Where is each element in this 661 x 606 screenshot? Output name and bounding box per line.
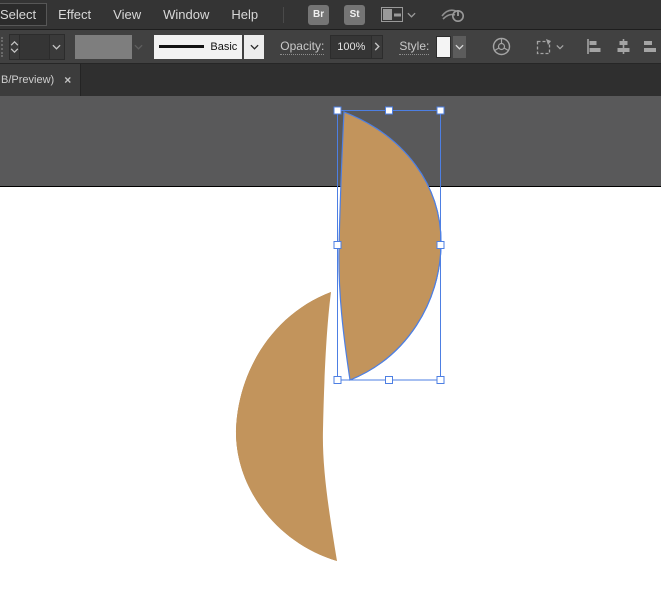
share-icon [441, 8, 465, 22]
menu-item-select[interactable]: Select [0, 3, 48, 26]
handle-top-left[interactable] [333, 106, 342, 115]
opacity-input[interactable]: 100% [330, 34, 373, 59]
artwork-svg [0, 96, 661, 606]
align-left-icon [587, 39, 601, 54]
brush-stroke-preview [159, 45, 205, 48]
opacity-panel-button[interactable] [372, 34, 384, 59]
control-bar: Basic Opacity: 100% Style: [0, 30, 661, 64]
width-profile-dropdown[interactable] [74, 34, 133, 59]
stepper-up-icon [10, 40, 18, 46]
menu-bar: Select Effect View Window Help Br St [0, 0, 661, 30]
chevron-down-icon [407, 12, 416, 18]
share-button[interactable] [440, 6, 466, 24]
brush-definition-name: Basic [210, 40, 238, 53]
stepper-down-icon [10, 47, 18, 53]
handle-top-center[interactable] [385, 106, 393, 115]
chevron-down-icon [556, 44, 564, 49]
document-tab[interactable]: B/Preview) × [0, 64, 82, 96]
graphic-style-chevron[interactable] [453, 35, 466, 58]
stroke-weight-input[interactable] [19, 33, 51, 60]
arrange-documents-button[interactable] [381, 7, 416, 22]
st-button[interactable]: St [344, 4, 366, 25]
brush-definition-dropdown[interactable]: Basic [154, 34, 265, 59]
handle-bottom-right[interactable] [436, 376, 445, 384]
align-center-button[interactable] [615, 38, 632, 55]
document-tab-title: B/Preview) [1, 74, 55, 86]
align-horizontal-center-icon [617, 39, 630, 54]
arrange-documents-icon [381, 7, 404, 22]
stroke-weight-dropdown[interactable] [50, 33, 65, 60]
tab-close-button[interactable]: × [64, 74, 71, 86]
handle-middle-left[interactable] [333, 241, 342, 249]
handle-middle-right[interactable] [436, 241, 445, 249]
pasteboard [0, 96, 661, 186]
free-transform-icon [536, 38, 551, 54]
align-left-button[interactable] [586, 38, 603, 55]
align-right-button[interactable] [643, 38, 661, 55]
color-wheel-icon [492, 37, 511, 56]
recolor-artwork-button[interactable] [492, 37, 511, 56]
stroke-weight-stepper[interactable] [8, 33, 20, 60]
opacity-label[interactable]: Opacity: [280, 39, 325, 55]
menubar-separator [283, 6, 285, 23]
handle-top-right[interactable] [436, 106, 445, 115]
handle-bottom-left[interactable] [333, 376, 342, 384]
chevron-down-icon [134, 44, 143, 50]
tab-bar: B/Preview) × [0, 64, 661, 96]
chevron-down-icon [52, 44, 62, 50]
canvas-area[interactable] [0, 96, 661, 606]
menu-item-effect[interactable]: Effect [47, 3, 102, 26]
panel-grip [1, 36, 4, 57]
menu-item-help[interactable]: Help [220, 3, 269, 26]
chevron-right-icon [375, 42, 381, 51]
menu-item-window[interactable]: Window [152, 3, 220, 26]
chevron-down-icon [455, 44, 464, 50]
handle-bottom-center[interactable] [385, 376, 393, 384]
transform-options-button[interactable] [535, 38, 564, 56]
graphic-style-label[interactable]: Style: [399, 39, 430, 55]
brush-definition-chevron[interactable] [244, 34, 265, 59]
br-button[interactable]: Br [308, 4, 330, 25]
chevron-down-icon [250, 44, 259, 50]
align-right-icon [643, 41, 656, 52]
menu-item-view[interactable]: View [102, 3, 152, 26]
graphic-style-swatch[interactable] [436, 35, 452, 58]
brush-definition-field[interactable]: Basic [154, 34, 243, 59]
width-profile-chevron[interactable] [132, 35, 144, 59]
